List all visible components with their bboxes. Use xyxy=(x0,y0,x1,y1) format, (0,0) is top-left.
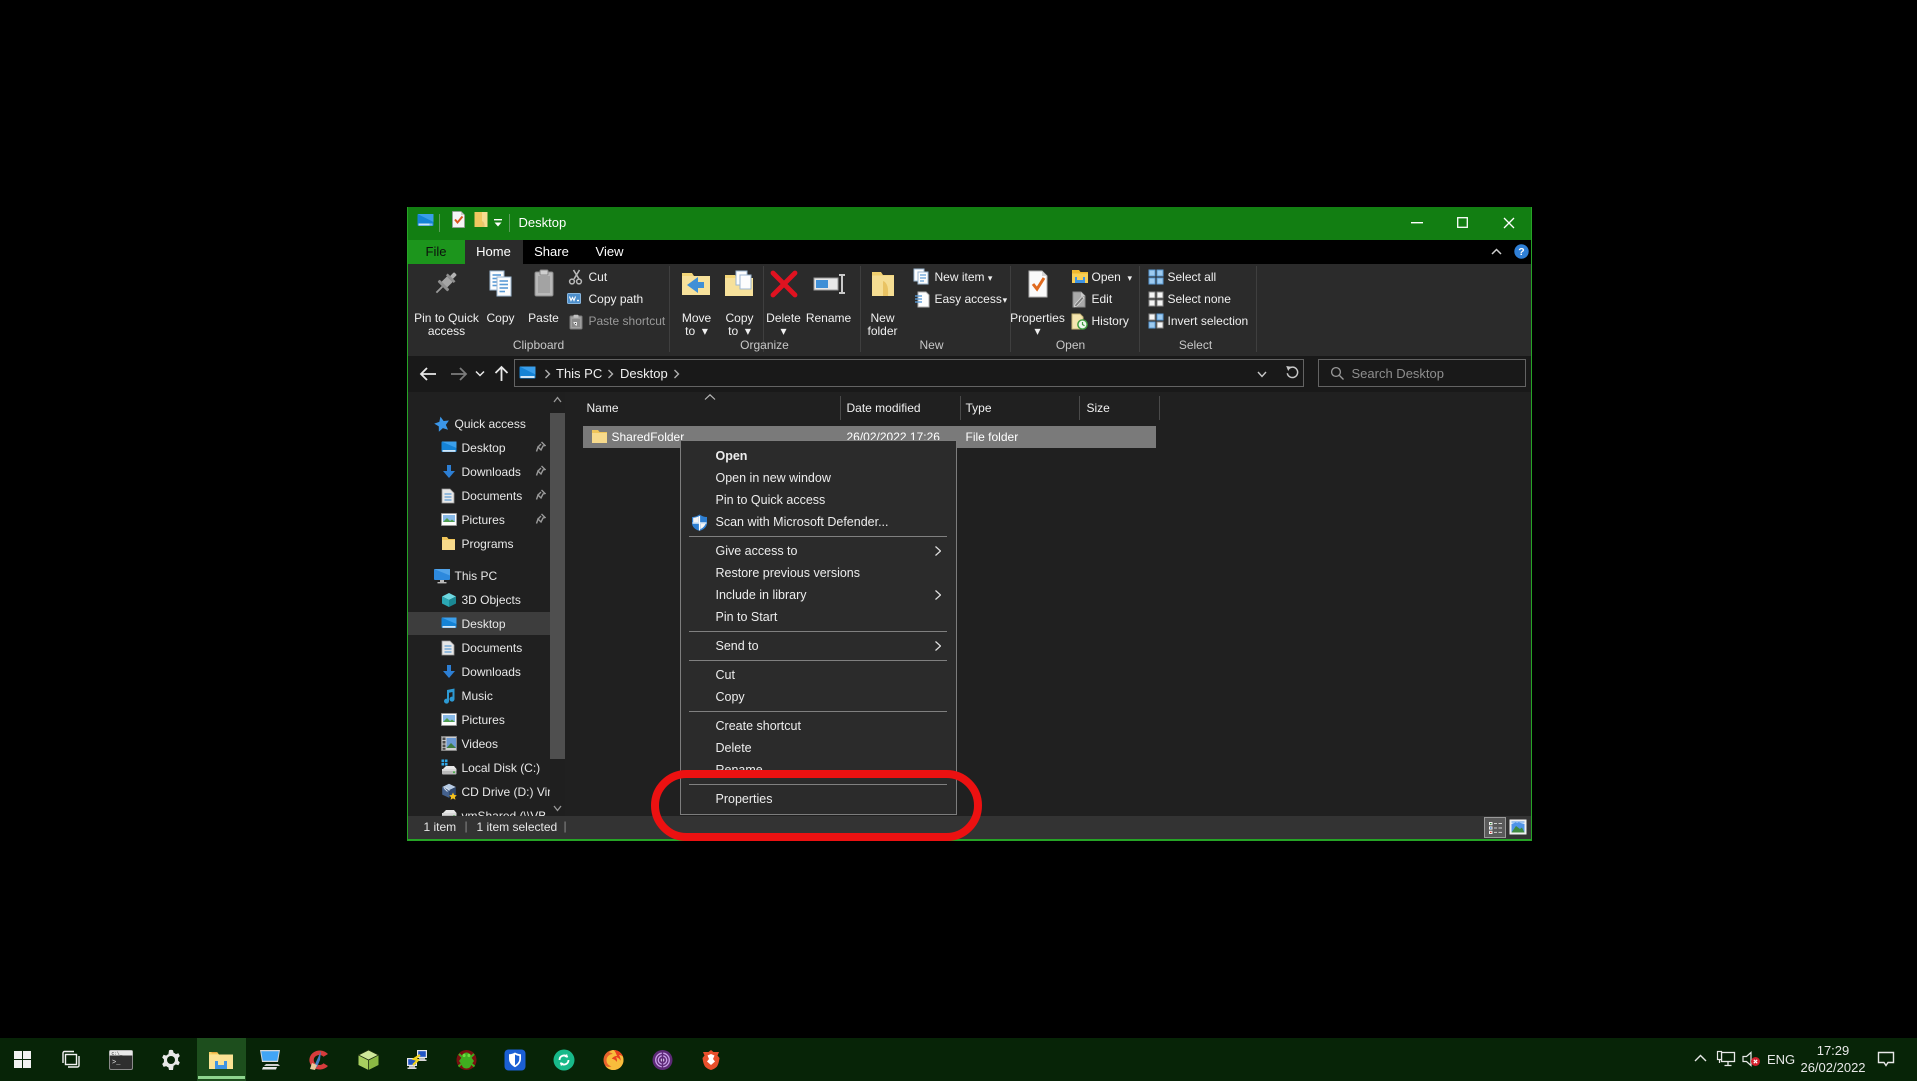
svg-text:?: ? xyxy=(1518,246,1524,258)
svg-text:>_: >_ xyxy=(112,1059,121,1067)
svg-text:C:\_: C:\_ xyxy=(112,1051,123,1057)
